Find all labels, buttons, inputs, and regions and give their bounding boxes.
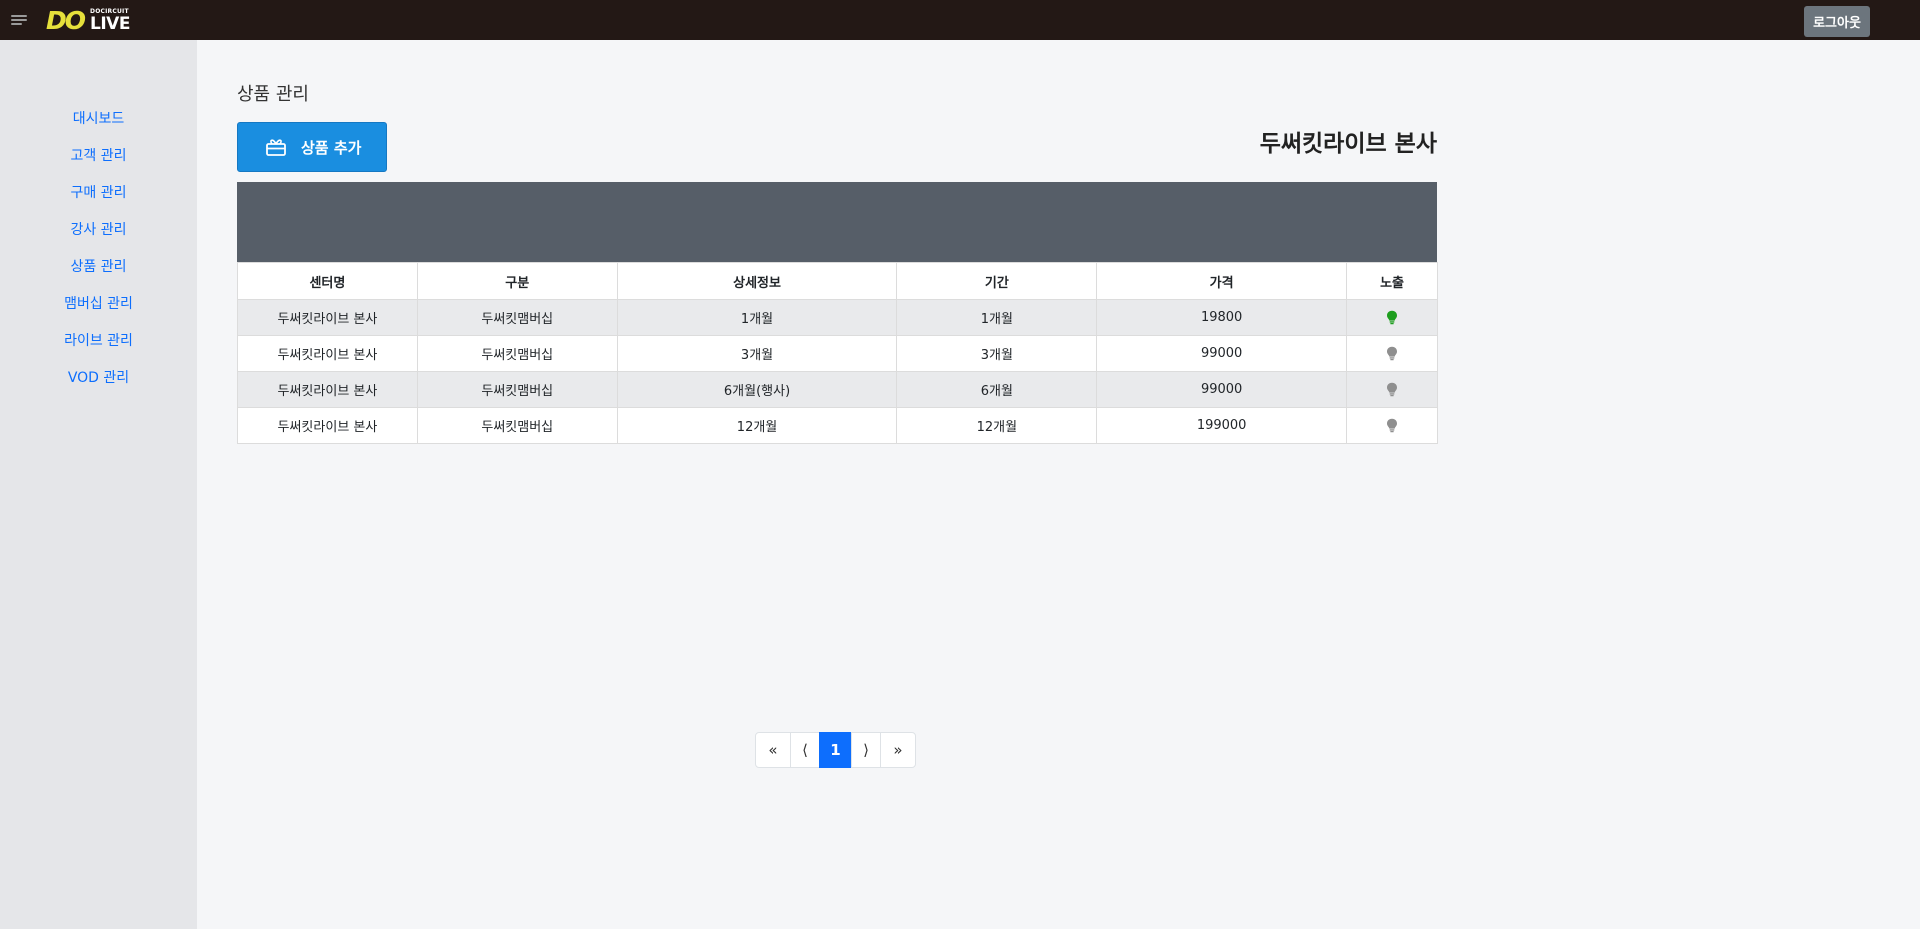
sidebar-item: 맴버십 관리 — [0, 284, 197, 321]
period-cell: 1개월 — [896, 299, 1098, 336]
logo-live-text: LIVE — [90, 14, 130, 34]
pagination-next[interactable]: ⟩ — [851, 732, 881, 768]
sidebar-item: 대시보드 — [0, 99, 197, 136]
logout-button[interactable]: 로그아웃 — [1804, 6, 1870, 37]
sidebar-item: 구매 관리 — [0, 173, 197, 210]
column-header[interactable]: 센터명 — [237, 262, 418, 300]
logo-mark: DO — [46, 6, 86, 35]
lightbulb-icon[interactable] — [1386, 418, 1398, 433]
detail-cell: 3개월 — [616, 335, 898, 372]
period-cell: 6개월 — [896, 371, 1098, 408]
exposure-cell — [1346, 407, 1438, 444]
table-row[interactable]: 두써킷라이브 본사 두써킷맴버십 6개월(행사) 6개월 99000 — [237, 371, 1438, 408]
sidebar-item: 상품 관리 — [0, 247, 197, 284]
category-cell: 두써킷맴버십 — [416, 407, 618, 444]
price-cell: 99000 — [1096, 371, 1348, 408]
price-cell: 199000 — [1096, 407, 1348, 444]
center-cell: 두써킷라이브 본사 — [237, 335, 418, 372]
table-row[interactable]: 두써킷라이브 본사 두써킷맴버십 1개월 1개월 19800 — [237, 299, 1438, 336]
sidebar-item: VOD 관리 — [0, 358, 197, 395]
sidebar-link[interactable]: 구매 관리 — [71, 182, 127, 202]
column-header[interactable]: 구분 — [416, 262, 618, 300]
table-row[interactable]: 두써킷라이브 본사 두써킷맴버십 3개월 3개월 99000 — [237, 335, 1438, 372]
table-row[interactable]: 두써킷라이브 본사 두써킷맴버십 12개월 12개월 199000 — [237, 407, 1438, 444]
lightbulb-icon[interactable] — [1386, 346, 1398, 361]
pagination-page-1[interactable]: 1 — [819, 732, 852, 768]
top-navbar: DO DOCIRCUIT LIVE 로그아웃 — [0, 0, 1920, 40]
sidebar-link[interactable]: 상품 관리 — [71, 256, 127, 276]
menu-icon[interactable] — [11, 15, 27, 25]
sidebar-link[interactable]: 라이브 관리 — [64, 330, 133, 350]
column-header[interactable]: 가격 — [1096, 262, 1348, 300]
period-cell: 12개월 — [896, 407, 1098, 444]
sidebar-link[interactable]: 강사 관리 — [71, 219, 127, 239]
table-header-banner — [237, 182, 1437, 262]
column-header[interactable]: 기간 — [896, 262, 1098, 300]
detail-cell: 6개월(행사) — [616, 371, 898, 408]
detail-cell: 1개월 — [616, 299, 898, 336]
sidebar: 대시보드고객 관리구매 관리강사 관리상품 관리맴버십 관리라이브 관리 VOD … — [0, 40, 197, 929]
sidebar-item: 라이브 관리 — [0, 321, 197, 358]
gift-icon — [266, 139, 286, 156]
sidebar-link[interactable]: VOD 관리 — [68, 367, 129, 387]
table-header-row: 센터명 구분 상세정보 기간 가격 노출 — [237, 262, 1438, 300]
pagination-last[interactable]: » — [880, 732, 916, 768]
logo[interactable]: DO DOCIRCUIT LIVE — [46, 8, 130, 34]
sidebar-link[interactable]: 고객 관리 — [71, 145, 127, 165]
column-header[interactable]: 노출 — [1346, 262, 1438, 300]
category-cell: 두써킷맴버십 — [416, 335, 618, 372]
sidebar-item: 고객 관리 — [0, 136, 197, 173]
pagination: « ⟨ 1 ⟩ » — [755, 732, 916, 768]
product-table: 센터명 구분 상세정보 기간 가격 노출 두써킷라이브 본사 두써킷맴버십 1개월 1개월 198… — [237, 262, 1438, 444]
category-cell: 두써킷맴버십 — [416, 299, 618, 336]
lightbulb-icon[interactable] — [1386, 310, 1398, 325]
pagination-prev[interactable]: ⟨ — [790, 732, 820, 768]
pagination-first[interactable]: « — [755, 732, 791, 768]
center-cell: 두써킷라이브 본사 — [237, 407, 418, 444]
center-name-heading: 두써킷라이브 본사 — [1259, 131, 1437, 157]
price-cell: 19800 — [1096, 299, 1348, 336]
exposure-cell — [1346, 371, 1438, 408]
page-title: 상품 관리 — [237, 84, 309, 105]
sidebar-link[interactable]: 맴버십 관리 — [64, 293, 133, 313]
exposure-cell — [1346, 335, 1438, 372]
period-cell: 3개월 — [896, 335, 1098, 372]
lightbulb-icon[interactable] — [1386, 382, 1398, 397]
price-cell: 99000 — [1096, 335, 1348, 372]
add-product-label: 상품 추가 — [301, 138, 362, 157]
sidebar-item: 강사 관리 — [0, 210, 197, 247]
sidebar-link[interactable]: 대시보드 — [73, 108, 125, 128]
column-header[interactable]: 상세정보 — [616, 262, 898, 300]
detail-cell: 12개월 — [616, 407, 898, 444]
exposure-cell — [1346, 299, 1438, 336]
center-cell: 두써킷라이브 본사 — [237, 371, 418, 408]
category-cell: 두써킷맴버십 — [416, 371, 618, 408]
center-cell: 두써킷라이브 본사 — [237, 299, 418, 336]
add-product-button[interactable]: 상품 추가 — [237, 122, 387, 172]
